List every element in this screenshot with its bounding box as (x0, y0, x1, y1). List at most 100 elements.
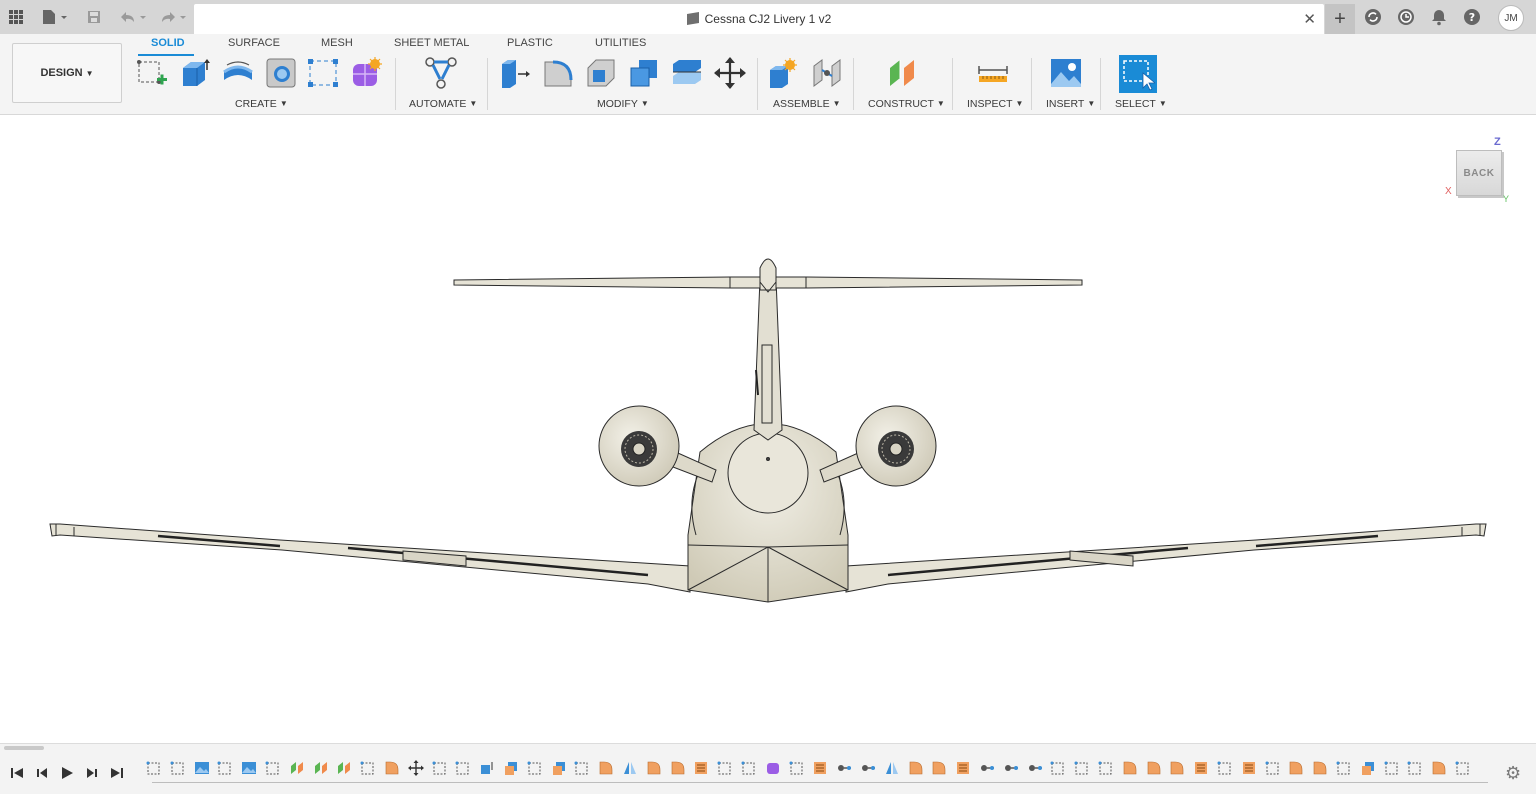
workspace-switcher[interactable]: DESIGN ▼ (12, 43, 122, 103)
timeline-feature-sketch-icon[interactable] (1098, 760, 1114, 776)
timeline-feature-sketch-icon[interactable] (146, 760, 162, 776)
timeline-feature-sketch-icon[interactable] (170, 760, 186, 776)
timeline-feature-sketch-icon[interactable] (1050, 760, 1066, 776)
help-icon[interactable]: ? (1462, 7, 1482, 27)
timeline-feature-fillet-icon[interactable] (384, 760, 400, 776)
timeline-feature-image-icon[interactable] (241, 760, 257, 776)
user-avatar[interactable]: JM (1498, 5, 1524, 31)
timeline-feature-form-icon[interactable] (765, 760, 781, 776)
automate-menu[interactable]: AUTOMATE ▼ (409, 98, 477, 110)
timeline-feature-joint-icon[interactable] (860, 760, 876, 776)
timeline-feature-combine-icon[interactable] (1360, 760, 1376, 776)
timeline-feature-image-icon[interactable] (194, 760, 210, 776)
tab-sheet-metal[interactable]: SHEET METAL (394, 37, 469, 49)
assemble-menu[interactable]: ASSEMBLE ▼ (773, 98, 841, 110)
timeline-feature-joint-icon[interactable] (1027, 760, 1043, 776)
timeline-feature-joint-icon[interactable] (979, 760, 995, 776)
timeline-feature-sketch-icon[interactable] (1074, 760, 1090, 776)
timeline-feature-combine-icon[interactable] (551, 760, 567, 776)
move-copy-icon[interactable] (713, 56, 747, 90)
timeline-feature-sketch-icon[interactable] (741, 760, 757, 776)
redo-icon[interactable] (156, 7, 188, 27)
timeline-feature-sketch-icon[interactable] (360, 760, 376, 776)
timeline-feature-fillet-icon[interactable] (1146, 760, 1162, 776)
timeline-feature-plane-icon[interactable] (313, 760, 329, 776)
timeline-feature-sketch-icon[interactable] (527, 760, 543, 776)
timeline-feature-sketch-icon[interactable] (265, 760, 281, 776)
save-icon[interactable] (84, 7, 104, 27)
tab-plastic[interactable]: PLASTIC (507, 37, 553, 49)
insert-image-icon[interactable] (1049, 56, 1083, 90)
timeline-feature-sketch-icon[interactable] (217, 760, 233, 776)
timeline-feature-mirror-icon[interactable] (622, 760, 638, 776)
create-form-icon[interactable] (349, 56, 383, 90)
timeline-feature-move-icon[interactable] (407, 760, 424, 776)
fillet-icon[interactable] (541, 56, 575, 90)
close-tab-button[interactable]: ✕ (1303, 10, 1316, 28)
timeline-feature-split-icon[interactable] (693, 760, 709, 776)
measure-icon[interactable] (976, 56, 1010, 90)
timeline-feature-plane-icon[interactable] (336, 760, 352, 776)
tab-solid[interactable]: SOLID (151, 37, 185, 49)
timeline-feature-fillet-icon[interactable] (598, 760, 614, 776)
timeline-feature-fillet-icon[interactable] (1122, 760, 1138, 776)
timeline-feature-fillet-icon[interactable] (646, 760, 662, 776)
file-icon[interactable] (40, 7, 70, 27)
step-forward-icon[interactable] (83, 764, 101, 782)
timeline-feature-joint-icon[interactable] (1003, 760, 1019, 776)
extensions-icon[interactable] (1363, 7, 1383, 27)
timeline-feature-sketch-icon[interactable] (1336, 760, 1352, 776)
timeline-feature-sketch-icon[interactable] (717, 760, 733, 776)
timeline-feature-sketch-icon[interactable] (789, 760, 805, 776)
timeline-feature-split-icon[interactable] (1241, 760, 1257, 776)
timeline-feature-split-icon[interactable] (955, 760, 971, 776)
new-tab-button[interactable]: + (1325, 4, 1355, 34)
press-pull-icon[interactable] (498, 56, 532, 90)
insert-menu[interactable]: INSERT ▼ (1046, 98, 1095, 110)
timeline-feature-fillet-icon[interactable] (1288, 760, 1304, 776)
combine-icon[interactable] (627, 56, 661, 90)
offset-plane-icon[interactable] (886, 56, 920, 90)
go-to-end-icon[interactable] (108, 764, 126, 782)
timeline-feature-fillet-icon[interactable] (1169, 760, 1185, 776)
timeline-feature-fillet-icon[interactable] (1312, 760, 1328, 776)
create-sketch-icon[interactable] (135, 56, 169, 90)
timeline-feature-mirror-icon[interactable] (884, 760, 900, 776)
select-icon[interactable] (1119, 55, 1157, 93)
tab-surface[interactable]: SURFACE (228, 37, 280, 49)
apps-grid-icon[interactable] (6, 7, 26, 27)
rectangular-pattern-icon[interactable] (306, 56, 340, 90)
timeline-feature-sketch-icon[interactable] (455, 760, 471, 776)
timeline-feature-split-icon[interactable] (1193, 760, 1209, 776)
timeline-scrollbar[interactable] (4, 746, 44, 750)
document-tab[interactable]: Cessna CJ2 Livery 1 v2 ✕ (194, 4, 1324, 34)
revolve-icon[interactable] (221, 56, 255, 90)
tab-utilities[interactable]: UTILITIES (595, 37, 646, 49)
timeline-feature-fillet-icon[interactable] (931, 760, 947, 776)
timeline-feature-strip[interactable] (144, 758, 1494, 780)
play-icon[interactable] (58, 764, 76, 782)
construct-menu[interactable]: CONSTRUCT ▼ (868, 98, 945, 110)
modify-menu[interactable]: MODIFY ▼ (597, 98, 649, 110)
create-menu[interactable]: CREATE ▼ (235, 98, 288, 110)
timeline-feature-fillet-icon[interactable] (1431, 760, 1447, 776)
timeline-feature-plane-icon[interactable] (289, 760, 305, 776)
automate-icon[interactable] (424, 56, 458, 90)
timeline-feature-sketch-icon[interactable] (1217, 760, 1233, 776)
view-cube-face-back[interactable]: BACK (1456, 150, 1502, 196)
tab-mesh[interactable]: MESH (321, 37, 353, 49)
timeline-feature-sketch-icon[interactable] (1455, 760, 1471, 776)
view-cube[interactable]: Z BACK X Y (1445, 136, 1511, 208)
timeline-feature-fillet-icon[interactable] (670, 760, 686, 776)
split-body-icon[interactable] (670, 56, 704, 90)
timeline-feature-sketch-icon[interactable] (1407, 760, 1423, 776)
inspect-menu[interactable]: INSPECT ▼ (967, 98, 1023, 110)
undo-icon[interactable] (116, 7, 148, 27)
go-to-start-icon[interactable] (8, 764, 26, 782)
step-back-icon[interactable] (33, 764, 51, 782)
timeline-settings-gear-icon[interactable]: ⚙ (1505, 764, 1523, 782)
canvas-viewport[interactable]: Z BACK X Y (0, 115, 1536, 743)
notifications-icon[interactable] (1429, 7, 1449, 27)
chamfer-icon[interactable] (584, 56, 618, 90)
timeline-feature-fillet-icon[interactable] (908, 760, 924, 776)
